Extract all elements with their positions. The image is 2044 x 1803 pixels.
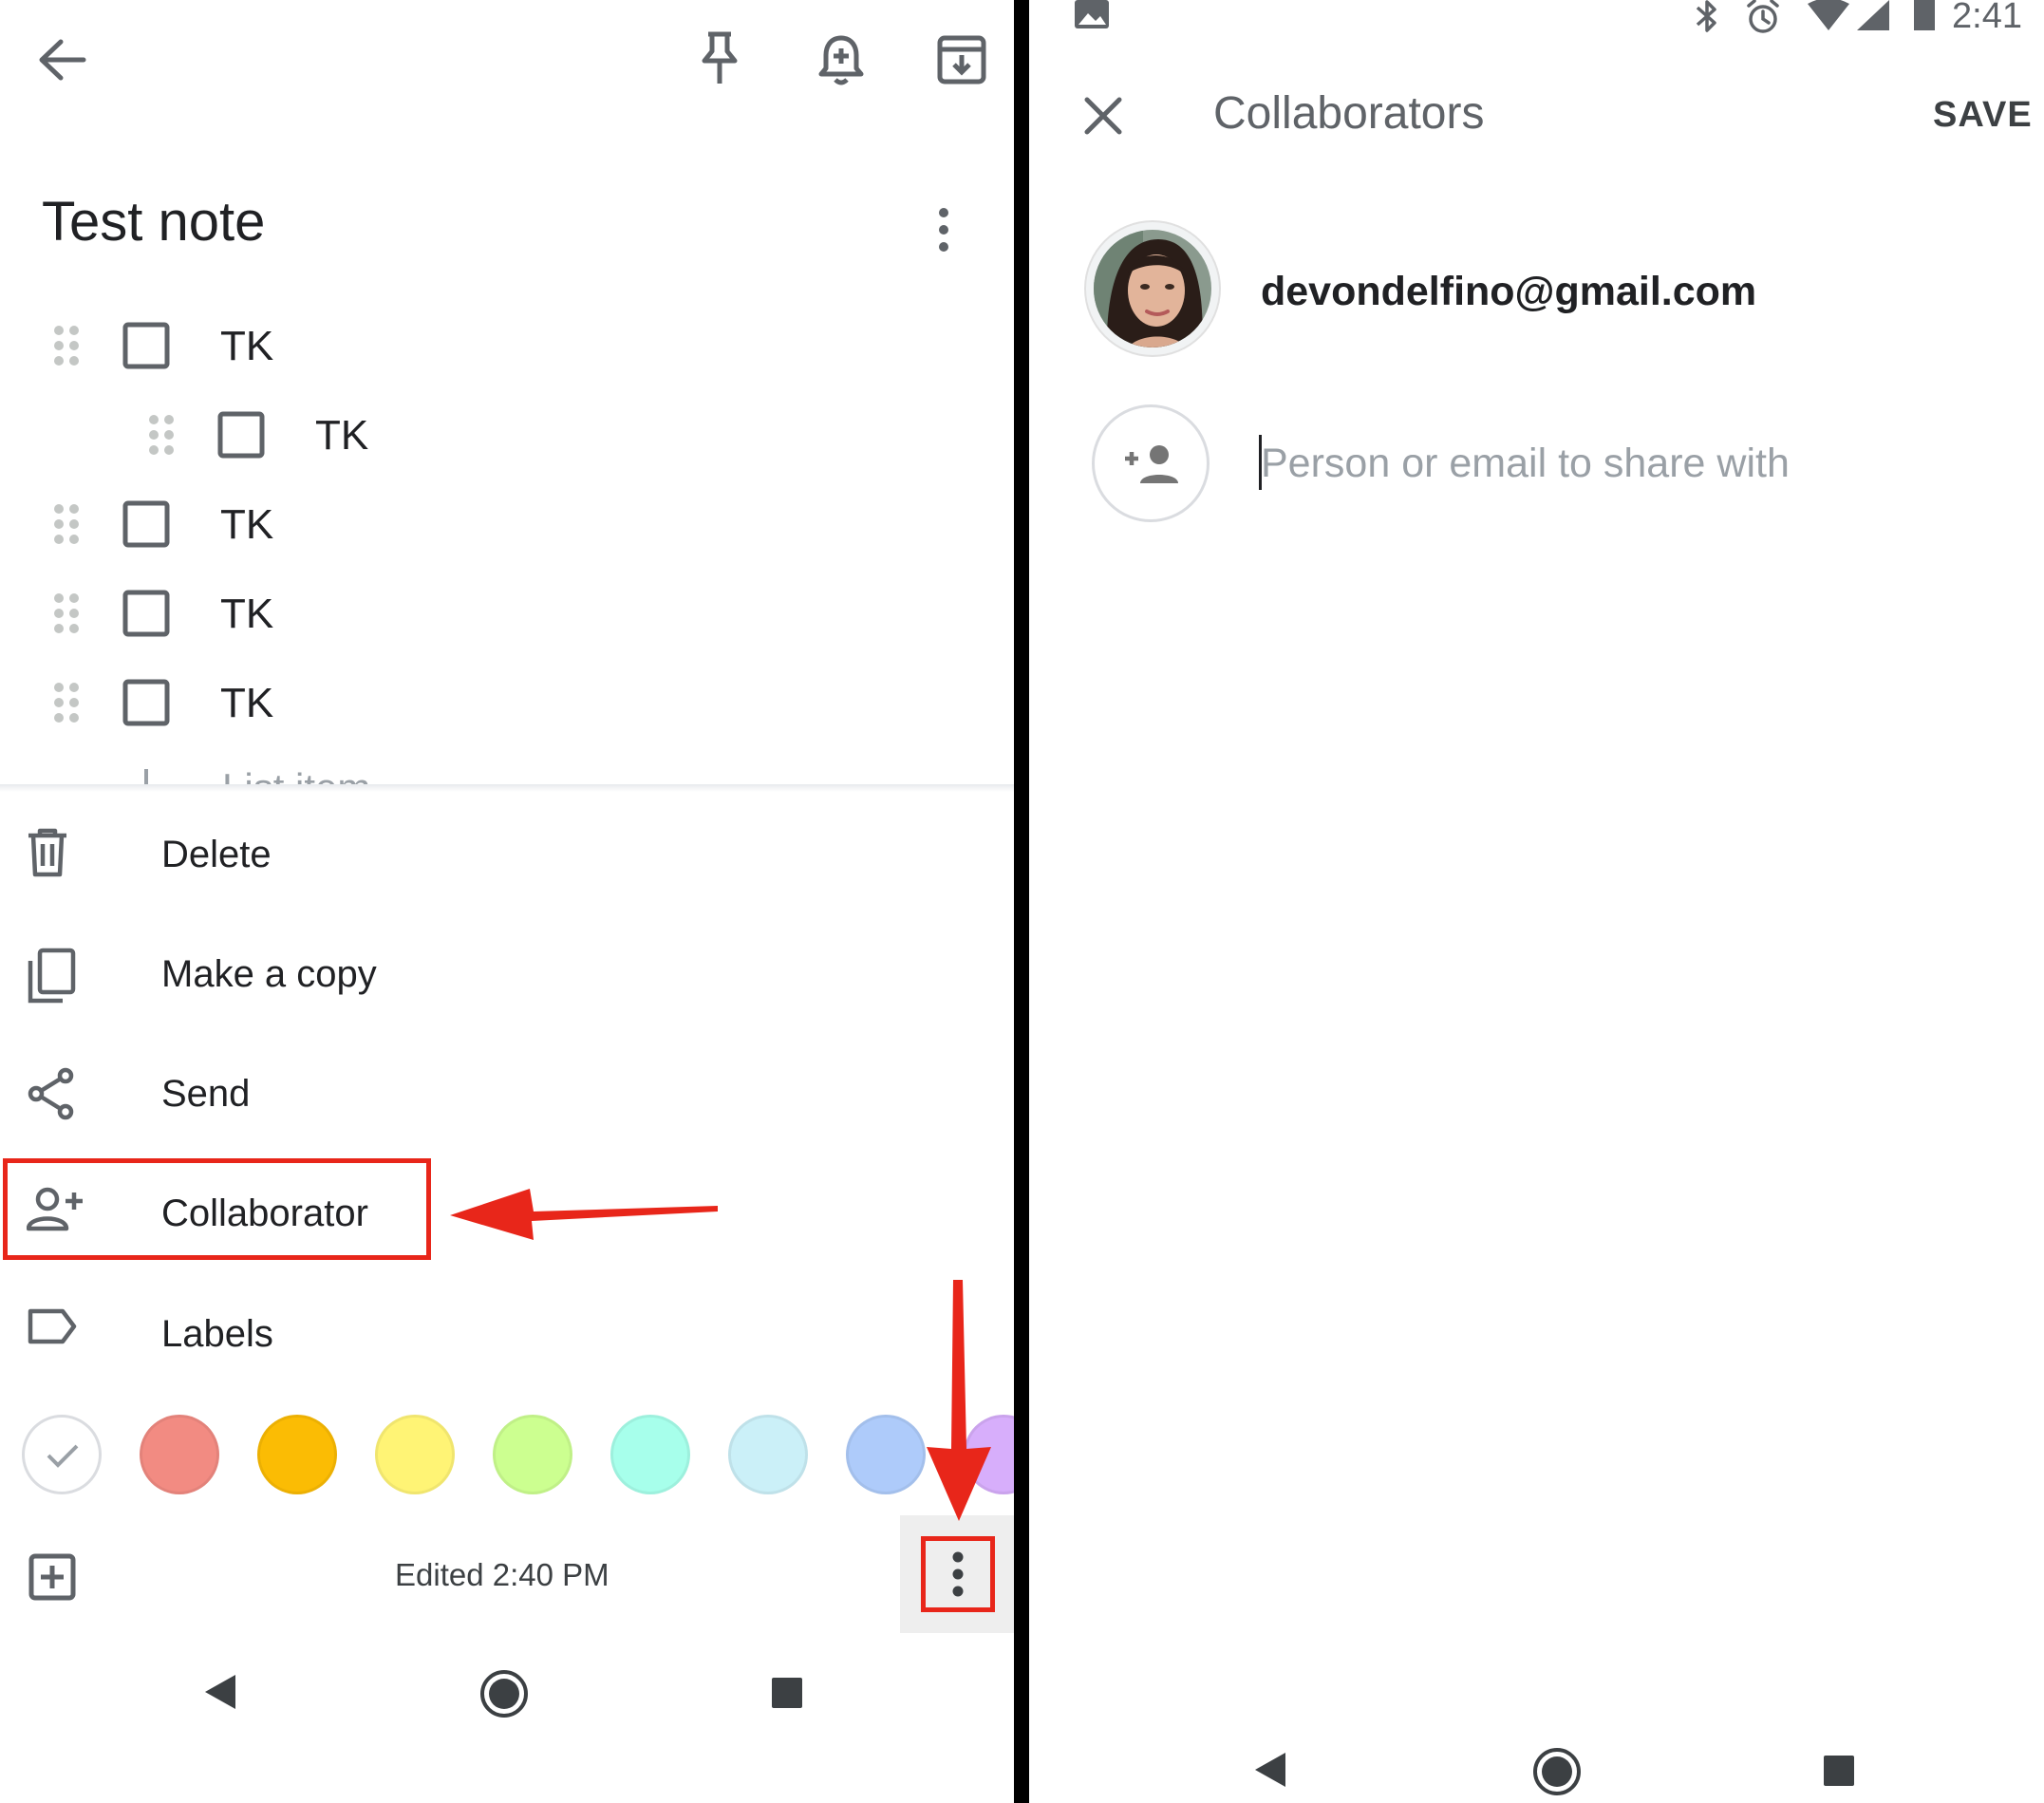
trash-icon (27, 828, 68, 877)
pin-icon[interactable] (699, 30, 741, 87)
checklist-item-label[interactable]: TK (220, 680, 273, 727)
nav-recents-icon[interactable] (1823, 1755, 1855, 1787)
profile-photo-icon (1094, 230, 1211, 347)
color-swatch[interactable] (846, 1415, 926, 1494)
collaborator-highlight-box (3, 1158, 431, 1260)
checklist-item-label[interactable]: TK (220, 323, 273, 370)
checkbox[interactable] (122, 679, 170, 726)
nav-recents-icon[interactable] (771, 1677, 803, 1709)
status-time: 2:41 (1952, 0, 2022, 36)
color-swatch[interactable] (375, 1415, 455, 1494)
panel-divider (1014, 0, 1029, 1803)
menu-item-label: Make a copy (161, 953, 377, 995)
nav-home-icon[interactable] (1532, 1747, 1582, 1796)
checklist-item: TK (0, 665, 1014, 741)
menu-item-make-a-copy[interactable]: Make a copy (0, 927, 1014, 1022)
reminder-bell-icon[interactable] (818, 32, 864, 87)
menu-item-send[interactable]: Send (0, 1046, 1014, 1141)
edited-timestamp: Edited 2:40 PM (395, 1557, 609, 1592)
add-box-icon[interactable] (28, 1553, 76, 1601)
color-swatch[interactable] (257, 1415, 337, 1494)
drag-handle-icon[interactable] (52, 502, 81, 546)
gallery-notification-icon (1075, 0, 1109, 28)
cell-signal-icon (1857, 0, 1889, 30)
checklist-item: TK (0, 575, 1014, 651)
down-arrow-annotation-icon (923, 1278, 995, 1523)
collaborators-title: Collaborators (1213, 88, 1485, 139)
color-swatch-default[interactable] (22, 1415, 102, 1494)
checkbox[interactable] (122, 590, 170, 637)
menu-top-shadow (0, 784, 1014, 792)
bluetooth-icon (1694, 0, 1720, 32)
left-arrow-annotation-icon (446, 1174, 722, 1246)
battery-icon (1914, 0, 1935, 30)
note-title[interactable]: Test note (42, 190, 265, 254)
drag-handle-icon[interactable] (52, 592, 81, 635)
checkbox[interactable] (122, 322, 170, 369)
check-icon (47, 1444, 79, 1468)
avatar (1086, 222, 1219, 355)
copy-icon (27, 948, 76, 1005)
checkbox[interactable] (217, 411, 265, 459)
menu-item-label: Send (161, 1073, 251, 1115)
drag-handle-icon[interactable] (147, 413, 176, 457)
color-swatch[interactable] (728, 1415, 808, 1494)
drag-handle-icon[interactable] (52, 681, 81, 724)
back-arrow-icon[interactable] (36, 36, 89, 84)
share-icon (27, 1067, 76, 1120)
alarm-icon (1745, 0, 1781, 34)
checklist-item-label[interactable]: TK (220, 591, 273, 638)
checklist-item: TK (0, 397, 1014, 473)
nav-back-icon[interactable] (1253, 1751, 1287, 1789)
checklist-item-label[interactable]: TK (315, 412, 368, 460)
archive-icon[interactable] (936, 34, 987, 85)
color-swatch[interactable] (493, 1415, 572, 1494)
more-vert-bottom-icon[interactable] (952, 1551, 964, 1597)
checkbox[interactable] (122, 500, 170, 548)
checklist-item: TK (0, 308, 1014, 384)
save-button[interactable]: SAVE (1933, 95, 2033, 136)
more-vert-icon[interactable] (938, 207, 949, 253)
menu-item-label: Delete (161, 834, 272, 875)
menu-item-delete[interactable]: Delete (0, 807, 1014, 902)
color-swatch[interactable] (140, 1415, 219, 1494)
add-person-icon (1125, 445, 1178, 483)
note-editor-panel: Test note TK TK TK TK TK List item Delete Mak… (0, 0, 1014, 1803)
share-email-input[interactable] (1261, 433, 2001, 494)
checklist-item-label[interactable]: TK (220, 501, 273, 549)
menu-item-labels[interactable]: Labels (0, 1287, 1014, 1381)
nav-back-icon[interactable] (203, 1673, 237, 1711)
label-icon (27, 1307, 78, 1345)
collaborator-email: devondelfino@gmail.com (1261, 269, 1757, 314)
nav-home-icon[interactable] (479, 1669, 529, 1718)
add-person-avatar (1092, 404, 1210, 522)
color-swatch[interactable] (610, 1415, 690, 1494)
checklist-item: TK (0, 486, 1014, 562)
wifi-icon (1808, 0, 1849, 30)
close-icon[interactable] (1084, 97, 1122, 135)
drag-handle-icon[interactable] (52, 324, 81, 367)
collaborators-panel: 2:41 Collaborators SAVE devondelfino@gma… (1029, 0, 2044, 1803)
menu-item-label: Labels (161, 1313, 273, 1355)
